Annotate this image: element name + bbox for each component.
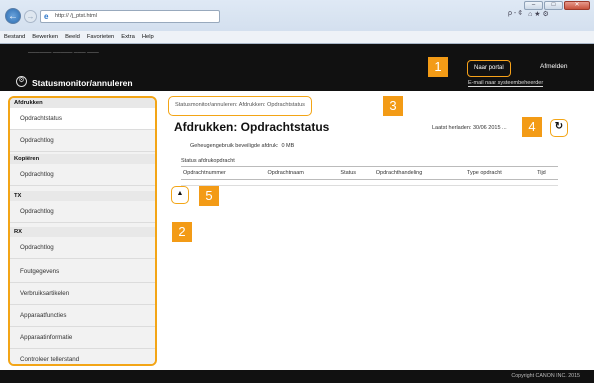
sidebar-section-tx: TX [10,191,155,201]
memory-usage-value: 0 MB [281,143,295,149]
address-bar[interactable]: e http:// /j_ptst.html [40,10,220,23]
sidebar-item-apparaatfuncties[interactable]: Apparaatfuncties [10,305,155,327]
email-sysadmin-link[interactable]: E-mail naar systeembeheerder [468,80,544,87]
memory-usage-label: Geheugengebruik beveiligde afdruk: [190,143,279,149]
page-title: Statusmonitor/annuleren [32,78,133,88]
maximize-button[interactable]: □ [544,1,563,10]
status-section-label: Status afdrukopdracht [181,158,235,164]
portal-button[interactable]: Naar portal [467,60,511,77]
callout-3: 3 [383,96,403,116]
home-star-gear-icons[interactable]: ⌂ ★ ⚙ [528,10,549,18]
breadcrumb: Statusmonitor/annuleren: Afdrukken: Opdr… [168,96,312,116]
menu-item-extra[interactable]: Extra [121,31,135,43]
col-status: Status [338,166,374,180]
menu-item-favorieten[interactable]: Favorieten [87,31,114,43]
table-row-empty [181,179,558,186]
menu-item-help[interactable]: Help [142,31,154,43]
menu-item-bewerken[interactable]: Bewerken [32,31,58,43]
menu-item-bestand[interactable]: Bestand [4,31,25,43]
col-tijd: Tijd [535,166,558,180]
sidebar-item-print-opdrachtlog[interactable]: Opdrachtlog [10,130,155,152]
browser-logo-icon: e [44,12,49,21]
callout-2: 2 [172,222,192,242]
minimize-button[interactable]: – [524,1,543,10]
sidebar-item-rx-opdrachtlog[interactable]: Opdrachtlog [10,237,155,259]
sidebar-section-afdrukken: Afdrukken [10,98,155,108]
menu-item-beeld[interactable]: Beeld [65,31,80,43]
callout-1: 1 [428,57,448,77]
search-icon[interactable]: ρ - ¢ [508,10,522,18]
forward-icon[interactable]: → [24,10,37,23]
col-type-opdracht: Type opdracht [464,166,536,180]
sidebar: Afdrukken Opdrachtstatus Opdrachtlog Kop… [8,96,157,366]
address-text: http:// /j_ptst.html [55,13,97,19]
main-title: Afdrukken: Opdrachtstatus [174,120,330,134]
browser-chrome: – □ ✕ ← → e http:// /j_ptst.html ρ - ¢ ⌂… [0,0,594,44]
device-name: ────── ───── ─── ─── [28,50,99,56]
sidebar-section-rx: RX [10,227,155,237]
callout-4: 4 [522,117,542,137]
page-footer: Copyright CANON INC. 2015 [0,370,594,383]
sidebar-item-opdrachtstatus[interactable]: Opdrachtstatus [10,108,155,130]
window-controls: – □ ✕ [524,1,590,10]
job-status-table: Opdrachtnummer Opdrachtnaam Status Opdra… [181,166,558,186]
sidebar-section-kopieren: Kopiëren [10,154,155,164]
close-button[interactable]: ✕ [564,1,590,10]
sidebar-item-foutgegevens[interactable]: Foutgegevens [10,261,155,283]
col-opdrachtnummer: Opdrachtnummer [181,166,266,180]
sidebar-item-tx-opdrachtlog[interactable]: Opdrachtlog [10,201,155,223]
scroll-top-icon[interactable]: ▲ [171,186,189,204]
menu-bar: Bestand Bewerken Beeld Favorieten Extra … [0,31,594,43]
last-updated-label: Laatst herladen: 30/06 2015 ... [432,125,507,131]
logout-link[interactable]: Afmelden [540,63,567,70]
browser-toolbar: ρ - ¢ ⌂ ★ ⚙ [508,10,549,18]
sidebar-item-copy-opdrachtlog[interactable]: Opdrachtlog [10,164,155,186]
col-opdrachthandeling: Opdrachthandeling [373,166,465,180]
status-monitor-icon: ⚙ [16,76,27,87]
callout-5: 5 [199,186,219,206]
copyright-text: Copyright CANON INC. 2015 [511,373,580,379]
sidebar-item-apparaatinformatie[interactable]: Apparaatinformatie [10,327,155,349]
col-opdrachtnaam: Opdrachtnaam [265,166,339,180]
memory-usage: Geheugengebruik beveiligde afdruk: 0 MB [190,143,294,149]
sidebar-item-verbruiksartikelen[interactable]: Verbruiksartikelen [10,283,155,305]
sidebar-item-controleer-tellerstand[interactable]: Controleer tellerstand [10,349,155,364]
back-icon[interactable]: ← [5,8,21,24]
refresh-icon[interactable]: ↻ [550,119,568,137]
